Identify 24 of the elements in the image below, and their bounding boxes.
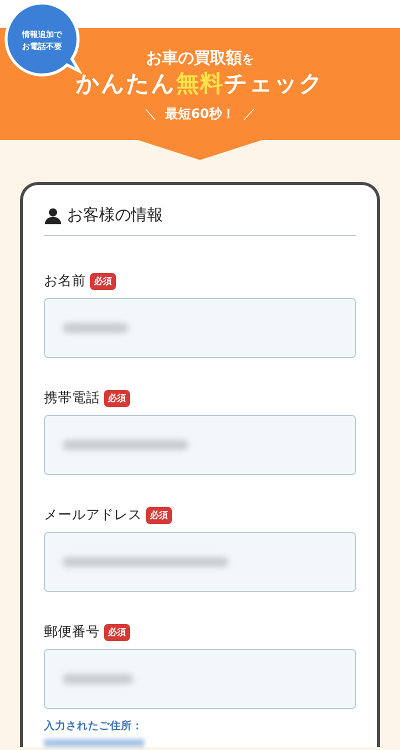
field-label: メールアドレス [44, 506, 142, 524]
headline-text: かんたん無料チェック [76, 70, 324, 99]
required-badge: 必須 [146, 506, 172, 524]
input-field[interactable] [44, 415, 356, 475]
field-label: 携帯電話 [44, 389, 100, 407]
blurred-text [63, 323, 128, 333]
input-field[interactable] [44, 532, 356, 592]
bubble-text: 情報追加で [22, 29, 62, 41]
blurred-text [63, 674, 133, 684]
tagline-text: 最短60秒！ [164, 106, 236, 123]
required-badge: 必須 [90, 272, 116, 290]
slash-mark: ／ [243, 106, 256, 123]
input-field[interactable] [44, 298, 356, 358]
input-field[interactable] [44, 649, 356, 709]
required-badge: 必須 [104, 390, 130, 406]
address-label: 入力されたご住所： [44, 719, 144, 733]
field-label: お名前 [44, 272, 86, 290]
headline-text: お車の買取額を [146, 48, 254, 69]
slash-mark: ＼ [144, 106, 157, 123]
field-label: 郵便番号 [44, 623, 100, 641]
bubble-text: お電話不要 [22, 41, 62, 53]
required-badge: 必須 [104, 624, 130, 640]
user-icon [44, 206, 62, 224]
section-title: お客様の情報 [67, 205, 163, 226]
